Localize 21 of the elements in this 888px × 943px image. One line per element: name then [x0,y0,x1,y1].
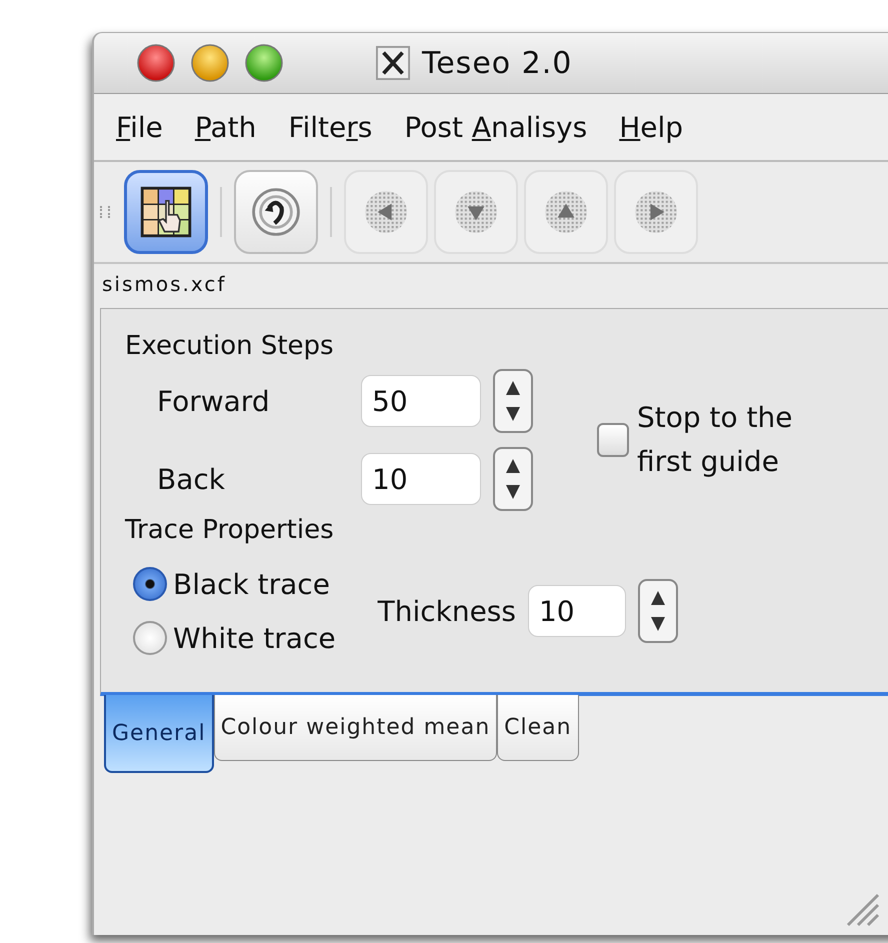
radio-label: White trace [173,622,336,654]
menu-item[interactable]: Help [615,108,688,146]
tab[interactable]: General [104,695,214,773]
field-label: Back [157,462,226,496]
field-label: Forward [157,384,271,418]
number-field[interactable]: 10 [528,585,626,637]
tab[interactable]: Clean [497,695,579,761]
checkbox-label: Stop to the first guide [637,400,794,480]
file-name: sismos.xcf [101,271,228,298]
section-heading: Trace Properties [125,515,335,545]
number-field[interactable]: 10 [361,453,481,505]
section-heading: Execution Steps [125,331,335,361]
number-field[interactable]: 50 [361,375,481,427]
menu-item[interactable]: Post Analisys [400,108,592,146]
menu-item[interactable]: Path [190,108,260,146]
field-label: Thickness [378,594,516,628]
tab[interactable]: Colour weighted mean [214,695,498,761]
window-title: Teseo 2.0 [422,46,572,80]
menu-item[interactable]: Filters [284,108,376,146]
radio-label: Black trace [173,568,330,600]
menu-item[interactable]: File [112,108,167,146]
